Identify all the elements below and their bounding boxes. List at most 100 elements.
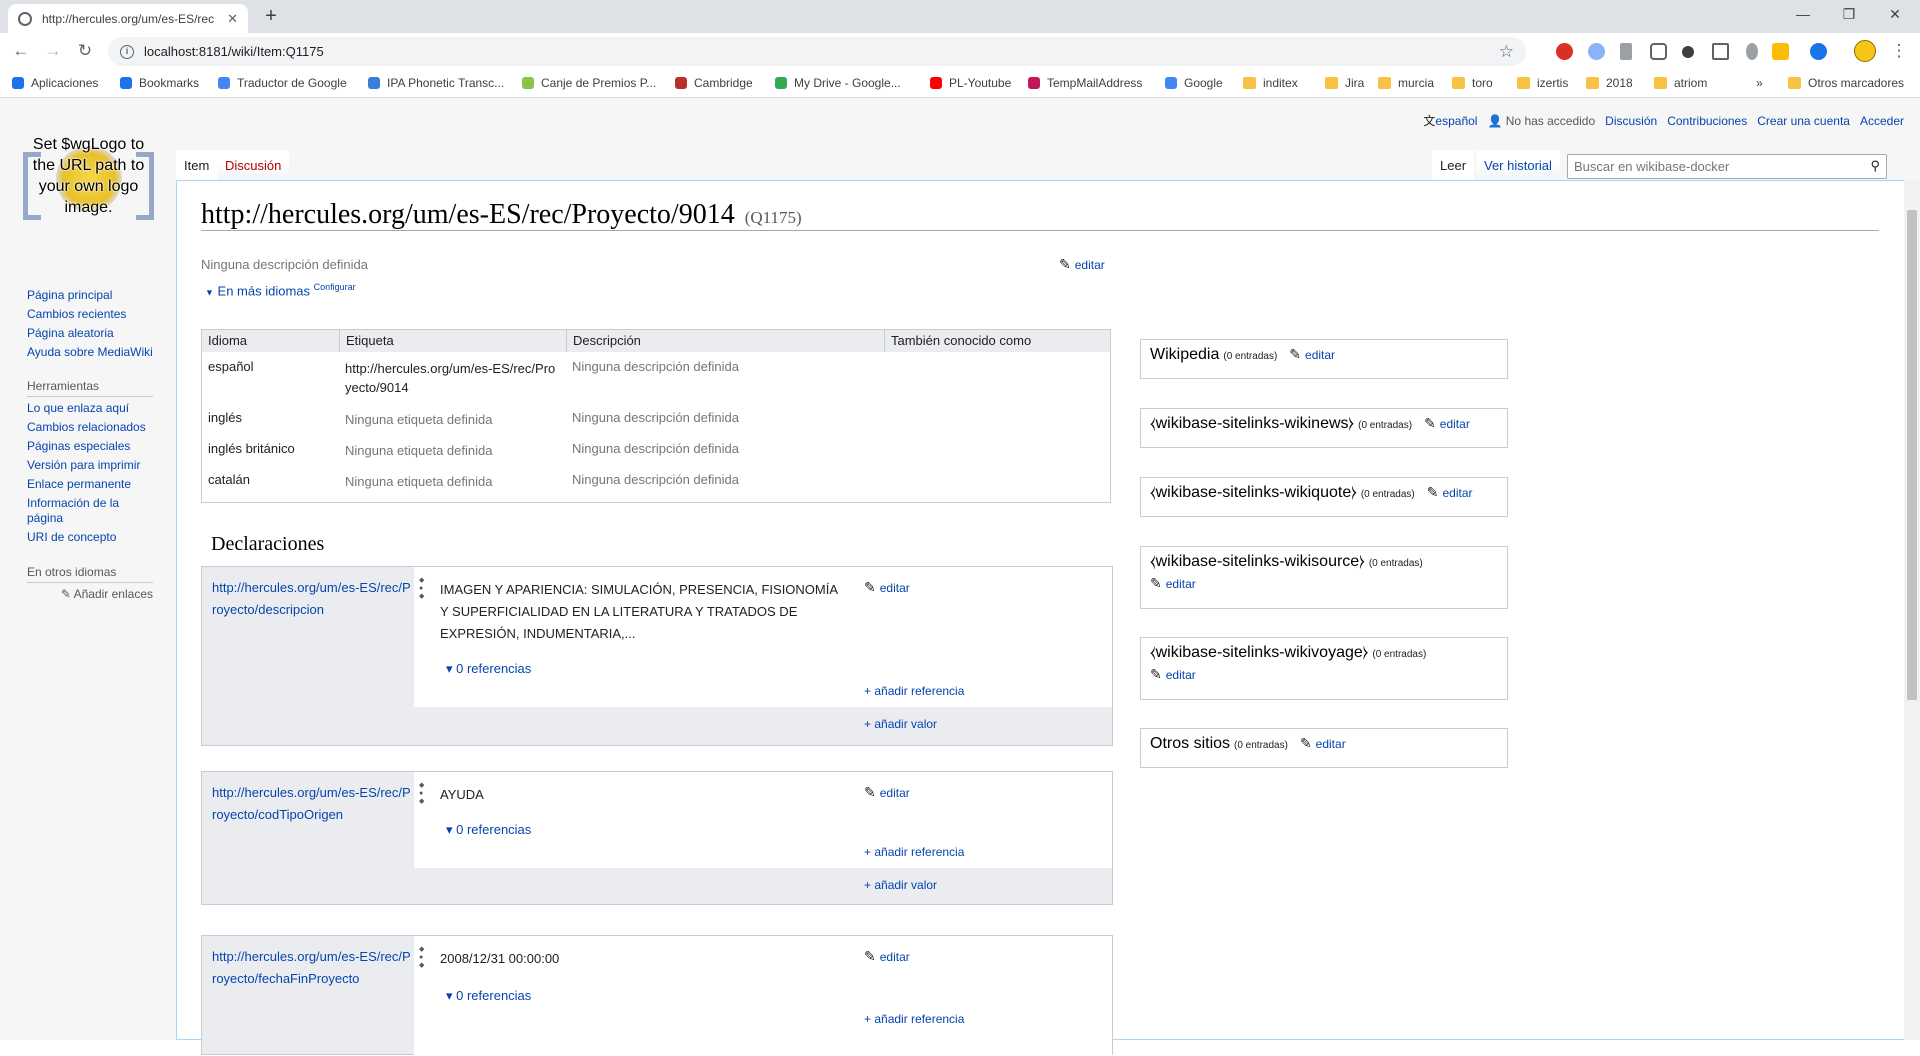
- sidebar-tool-link[interactable]: URI de concepto: [27, 530, 153, 545]
- minimize-icon[interactable]: —: [1780, 6, 1826, 22]
- adblock-extension-icon[interactable]: [1556, 43, 1573, 60]
- sidebar-nav-link[interactable]: Página principal: [27, 288, 153, 303]
- sidebar-tool-link[interactable]: Información de la página: [27, 496, 153, 526]
- bookmark-item[interactable]: izertis: [1517, 76, 1568, 90]
- bookmark-item[interactable]: Aplicaciones: [12, 76, 98, 90]
- menu-kebab-icon[interactable]: ⋮: [1888, 42, 1910, 60]
- language-selector[interactable]: 文español: [1423, 112, 1477, 129]
- forward-icon[interactable]: →: [42, 42, 64, 60]
- rank-selector-icon[interactable]: ◆ ● ◆: [419, 946, 427, 970]
- sidebar-tool-link[interactable]: Enlace permanente: [27, 477, 153, 492]
- bookmark-item[interactable]: Traductor de Google: [218, 76, 347, 90]
- address-bar[interactable]: i localhost:8181/wiki/Item:Q1175 ☆: [108, 37, 1526, 66]
- tab-item[interactable]: Item: [176, 150, 218, 180]
- edit-sitelinks-button[interactable]: ✎ editar: [1300, 735, 1346, 752]
- profile-avatar[interactable]: [1854, 40, 1876, 62]
- bookmark-item[interactable]: Canje de Premios P...: [522, 76, 656, 90]
- sidebar-nav-link[interactable]: Página aleatoria: [27, 326, 153, 341]
- extension-icon[interactable]: [1810, 43, 1827, 60]
- user-talk-link[interactable]: Discusión: [1605, 114, 1657, 128]
- configure-link[interactable]: Configurar: [314, 282, 356, 292]
- bookmark-item[interactable]: Bookmarks: [120, 76, 199, 90]
- sidebar-tool-link[interactable]: Versión para imprimir: [27, 458, 153, 473]
- edit-sitelinks-button[interactable]: ✎ editar: [1289, 346, 1335, 363]
- back-icon[interactable]: ←: [10, 42, 32, 60]
- rank-selector-icon[interactable]: ◆ ● ◆: [419, 782, 427, 806]
- close-tab-icon[interactable]: ✕: [227, 11, 238, 27]
- bookmark-item[interactable]: Google: [1165, 76, 1223, 90]
- property-link[interactable]: http://hercules.org/um/es-ES/rec/Proyect…: [212, 577, 412, 621]
- edit-sitelinks-button[interactable]: ✎ editar: [1427, 484, 1473, 501]
- close-window-icon[interactable]: ✕: [1872, 6, 1918, 23]
- other-bookmarks[interactable]: Otros marcadores: [1788, 76, 1904, 90]
- scrollbar-thumb[interactable]: [1907, 210, 1917, 700]
- bookmark-label: Jira: [1345, 76, 1365, 90]
- edit-statement-button[interactable]: ✎ editar: [864, 784, 910, 801]
- tab-discussion[interactable]: Discusión: [217, 150, 290, 180]
- login-link[interactable]: Acceder: [1860, 114, 1904, 128]
- rank-selector-icon[interactable]: ◆ ● ◆: [419, 577, 427, 601]
- bookmark-label: Canje de Premios P...: [541, 76, 657, 90]
- restore-icon[interactable]: ❐: [1826, 6, 1872, 23]
- pocket-extension-icon[interactable]: [1650, 43, 1667, 60]
- edit-sitelinks-button[interactable]: ✎ editar: [1424, 415, 1470, 432]
- references-toggle[interactable]: ▾ 0 referencias: [446, 661, 531, 677]
- bookmark-item[interactable]: IPA Phonetic Transc...: [368, 76, 504, 90]
- bookmark-item[interactable]: atriom: [1654, 76, 1707, 90]
- sidebar-nav-link[interactable]: Cambios recientes: [27, 307, 153, 322]
- sidebar-tool-link[interactable]: Lo que enlaza aquí: [27, 401, 153, 416]
- bookmark-star-icon[interactable]: ☆: [1499, 42, 1514, 62]
- bookmark-item[interactable]: TempMailAddress: [1028, 76, 1142, 90]
- extension-icon[interactable]: [1682, 46, 1694, 58]
- search-placeholder: Buscar en wikibase-docker: [1574, 159, 1730, 174]
- bookmark-item[interactable]: inditex: [1243, 76, 1298, 90]
- new-tab-button[interactable]: +: [260, 6, 282, 26]
- property-link[interactable]: http://hercules.org/um/es-ES/rec/Proyect…: [212, 782, 412, 826]
- site-logo[interactable]: Set $wgLogo to the URL path to your own …: [21, 134, 156, 244]
- sitelink-group-count: (0 entradas): [1234, 740, 1288, 751]
- search-input[interactable]: Buscar en wikibase-docker ⚲: [1567, 154, 1887, 179]
- references-toggle[interactable]: ▾ 0 referencias: [446, 988, 531, 1004]
- add-links-link[interactable]: ✎ Añadir enlaces: [27, 587, 153, 602]
- bookmark-item[interactable]: toro: [1452, 76, 1493, 90]
- extension-icon[interactable]: [1712, 43, 1729, 60]
- bookmark-item[interactable]: My Drive - Google...: [775, 76, 901, 90]
- bookmark-item[interactable]: 2018: [1586, 76, 1633, 90]
- sidebar-tool-link[interactable]: Cambios relacionados: [27, 420, 153, 435]
- sidebar-tool-link[interactable]: Páginas especiales: [27, 439, 153, 454]
- bookmark-item[interactable]: Jira: [1325, 76, 1364, 90]
- property-link[interactable]: http://hercules.org/um/es-ES/rec/Proyect…: [212, 946, 412, 990]
- info-icon[interactable]: i: [120, 44, 134, 59]
- edit-terms-button[interactable]: ✎ editar: [1059, 256, 1105, 273]
- bookmark-item[interactable]: Cambridge: [675, 76, 753, 90]
- youtube-icon: [930, 77, 942, 89]
- eyedropper-extension-icon[interactable]: [1620, 43, 1632, 60]
- more-bookmarks-button[interactable]: »: [1756, 76, 1763, 90]
- edit-statement-button[interactable]: ✎ editar: [864, 579, 910, 596]
- bookmark-item[interactable]: PL-Youtube: [930, 76, 1011, 90]
- add-value-button[interactable]: + añadir valor: [864, 878, 937, 892]
- bookmark-item[interactable]: murcia: [1378, 76, 1434, 90]
- scrollbar[interactable]: [1904, 180, 1920, 1040]
- reload-icon[interactable]: ↻: [74, 42, 96, 60]
- tab-history[interactable]: Ver historial: [1476, 150, 1560, 180]
- edit-statement-button[interactable]: ✎ editar: [864, 948, 910, 965]
- browser-tab[interactable]: http://hercules.org/um/es-ES/rec ✕: [8, 4, 248, 33]
- add-reference-label: añadir referencia: [874, 684, 965, 698]
- edit-sitelinks-button[interactable]: ✎ editar: [1150, 575, 1498, 592]
- extension-icon[interactable]: [1772, 43, 1789, 60]
- extension-icon[interactable]: [1746, 43, 1758, 60]
- add-reference-button[interactable]: + añadir referencia: [864, 845, 964, 859]
- tab-read[interactable]: Leer: [1432, 150, 1475, 180]
- more-languages-toggle[interactable]: ▼ En más idiomas Configurar: [205, 281, 356, 298]
- sidebar-nav-link[interactable]: Ayuda sobre MediaWiki: [27, 345, 153, 360]
- extension-icon[interactable]: [1588, 43, 1605, 60]
- create-account-link[interactable]: Crear una cuenta: [1757, 114, 1850, 128]
- edit-sitelinks-button[interactable]: ✎ editar: [1150, 666, 1498, 683]
- contributions-link[interactable]: Contribuciones: [1667, 114, 1747, 128]
- add-reference-button[interactable]: + añadir referencia: [864, 684, 964, 698]
- add-reference-button[interactable]: + añadir referencia: [864, 1012, 964, 1026]
- add-value-button[interactable]: + añadir valor: [864, 717, 937, 731]
- search-icon[interactable]: ⚲: [1870, 158, 1880, 174]
- references-toggle[interactable]: ▾ 0 referencias: [446, 822, 531, 838]
